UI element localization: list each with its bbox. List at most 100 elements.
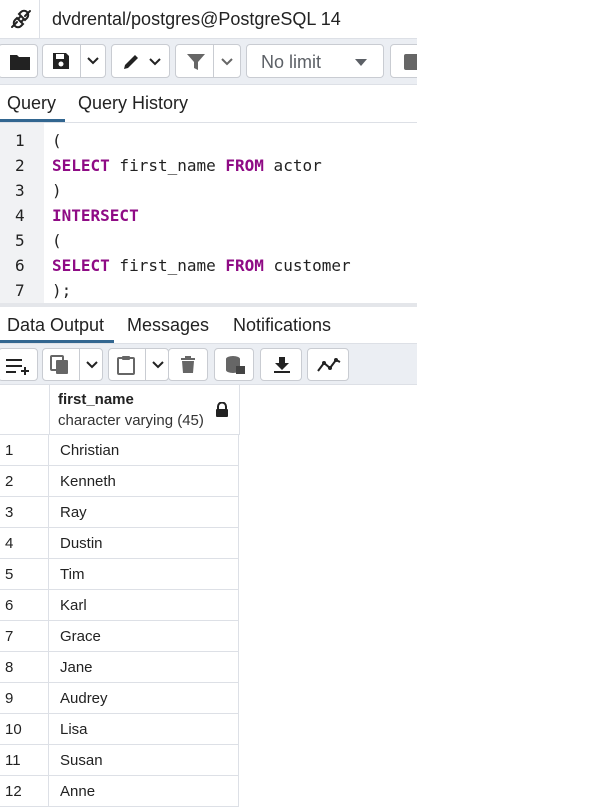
save-data-button[interactable] xyxy=(214,348,254,381)
paste-icon xyxy=(117,356,135,375)
row-number-cell[interactable]: 8 xyxy=(0,652,49,682)
row-number-cell[interactable]: 12 xyxy=(0,776,49,806)
code-text: INTERSECT xyxy=(52,206,139,225)
trash-icon xyxy=(181,356,195,373)
row-number-cell[interactable]: 10 xyxy=(0,714,49,744)
line-number: 1 xyxy=(15,131,25,150)
row-number-cell[interactable]: 2 xyxy=(0,466,49,496)
pencil-icon xyxy=(124,55,138,69)
tab-query[interactable]: Query xyxy=(7,93,56,114)
divider xyxy=(39,0,40,38)
chevron-down-icon[interactable] xyxy=(86,56,100,66)
stop-button[interactable] xyxy=(390,44,417,78)
table-cell[interactable]: Christian xyxy=(60,442,119,459)
code-line: 3 ) xyxy=(0,178,417,203)
table-row[interactable]: 5 Tim xyxy=(0,559,239,590)
line-chart-icon xyxy=(317,358,341,372)
table-row[interactable]: 12 Anne xyxy=(0,776,239,807)
code-line: 4 INTERSECT xyxy=(0,203,417,228)
row-limit-select[interactable]: No limit xyxy=(246,44,384,78)
row-number-cell[interactable]: 9 xyxy=(0,683,49,713)
row-number-cell[interactable]: 3 xyxy=(0,497,49,527)
line-number: 2 xyxy=(15,156,25,175)
table-row[interactable]: 2 Kenneth xyxy=(0,466,239,497)
table-row[interactable]: 10 Lisa xyxy=(0,714,239,745)
connection-plug-icon[interactable] xyxy=(8,7,34,31)
table-cell[interactable]: Dustin xyxy=(60,535,103,552)
line-number: 5 xyxy=(15,231,25,250)
line-number: 3 xyxy=(15,181,25,200)
row-number-cell[interactable]: 4 xyxy=(0,528,49,558)
tab-data-output[interactable]: Data Output xyxy=(7,315,104,336)
code-text: ( xyxy=(52,231,62,250)
table-row[interactable]: 8 Jane xyxy=(0,652,239,683)
table-cell[interactable]: Audrey xyxy=(60,690,108,707)
filter-icon xyxy=(187,54,205,70)
query-toolbar: No limit xyxy=(0,39,417,85)
table-cell[interactable]: Jane xyxy=(60,659,93,676)
tab-messages[interactable]: Messages xyxy=(127,315,209,336)
output-tabs: Data Output Messages Notifications xyxy=(0,307,417,344)
add-row-icon xyxy=(6,359,29,375)
table-cell[interactable]: Lisa xyxy=(60,721,88,738)
code-line: 2 SELECT first_name FROM actor xyxy=(0,153,417,178)
paste-button[interactable] xyxy=(108,348,169,381)
table-cell[interactable]: Anne xyxy=(60,783,95,800)
table-row[interactable]: 4 Dustin xyxy=(0,528,239,559)
tab-notifications[interactable]: Notifications xyxy=(233,315,331,336)
table-row[interactable]: 7 Grace xyxy=(0,621,239,652)
table-cell[interactable]: Kenneth xyxy=(60,473,116,490)
row-number-cell[interactable]: 11 xyxy=(0,745,49,775)
chevron-down-icon[interactable] xyxy=(220,57,234,67)
chevron-down-icon[interactable] xyxy=(151,360,165,370)
active-tab-indicator xyxy=(0,340,114,343)
edit-button[interactable] xyxy=(111,44,170,78)
table-row[interactable]: 3 Ray xyxy=(0,497,239,528)
row-number-cell[interactable]: 1 xyxy=(0,435,49,465)
line-number: 4 xyxy=(15,206,25,225)
code-text: SELECT first_name FROM customer xyxy=(52,256,351,275)
table-row[interactable]: 9 Audrey xyxy=(0,683,239,714)
lock-icon xyxy=(216,402,228,417)
code-text: SELECT first_name FROM actor xyxy=(52,156,322,175)
row-number-cell[interactable]: 5 xyxy=(0,559,49,589)
row-number-cell[interactable]: 7 xyxy=(0,621,49,651)
download-icon xyxy=(274,357,290,373)
code-text: ); xyxy=(52,281,72,300)
table-cell[interactable]: Susan xyxy=(60,752,103,769)
chevron-down-icon[interactable] xyxy=(85,360,99,370)
table-row[interactable]: 6 Karl xyxy=(0,590,239,621)
sql-editor[interactable]: 1 ( 2 SELECT first_name FROM actor 3 ) 4… xyxy=(0,123,417,303)
code-line: 1 ( xyxy=(0,128,417,153)
column-type: character varying (45) xyxy=(58,412,204,429)
filter-button[interactable] xyxy=(175,44,241,78)
table-cell[interactable]: Tim xyxy=(60,566,84,583)
add-row-button[interactable] xyxy=(0,348,38,381)
table-cell[interactable]: Ray xyxy=(60,504,87,521)
active-tab-indicator xyxy=(0,119,65,122)
tab-query-history[interactable]: Query History xyxy=(78,93,188,114)
connection-label[interactable]: dvdrental/postgres@PostgreSQL 14 xyxy=(52,9,341,30)
table-row[interactable]: 1 Christian xyxy=(0,435,239,466)
graph-visualiser-button[interactable] xyxy=(307,348,349,381)
row-limit-value: No limit xyxy=(261,52,322,72)
data-output-toolbar xyxy=(0,344,417,385)
table-cell[interactable]: Karl xyxy=(60,597,87,614)
copy-icon xyxy=(50,355,68,374)
line-number: 6 xyxy=(15,256,25,275)
connection-bar: dvdrental/postgres@PostgreSQL 14 xyxy=(0,0,417,39)
table-cell[interactable]: Grace xyxy=(60,628,101,645)
column-name[interactable]: first_name xyxy=(58,391,134,408)
copy-button[interactable] xyxy=(42,348,103,381)
table-row[interactable]: 11 Susan xyxy=(0,745,239,776)
save-icon xyxy=(53,53,69,69)
save-button[interactable] xyxy=(42,44,106,78)
row-number-header[interactable] xyxy=(0,385,50,434)
delete-row-button[interactable] xyxy=(168,348,208,381)
row-number-cell[interactable]: 6 xyxy=(0,590,49,620)
download-button[interactable] xyxy=(260,348,302,381)
line-number: 7 xyxy=(15,281,25,300)
open-file-button[interactable] xyxy=(0,44,38,78)
query-tool-panel: dvdrental/postgres@PostgreSQL 14 No limi… xyxy=(0,0,417,810)
query-tabs: Query Query History xyxy=(0,85,417,123)
